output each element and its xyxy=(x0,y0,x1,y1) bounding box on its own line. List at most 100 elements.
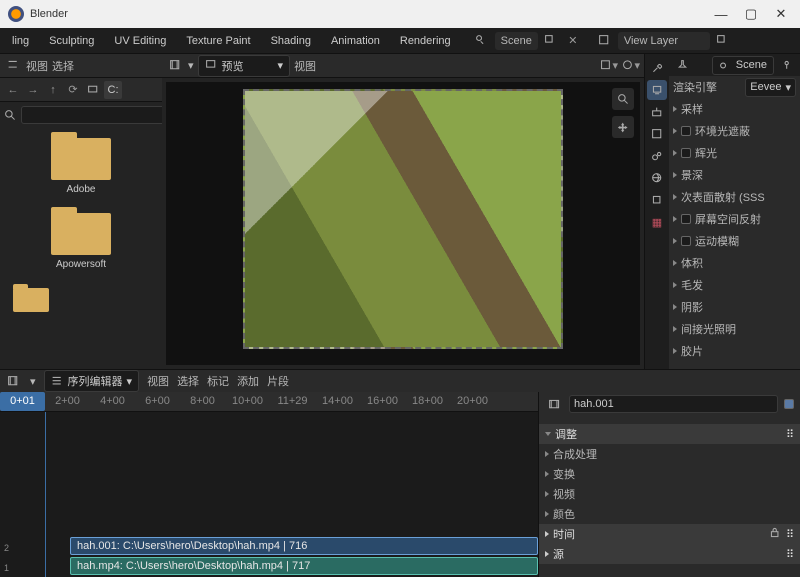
window-close-button[interactable]: ✕ xyxy=(766,4,796,24)
prop-tab-texture-icon[interactable]: ▦ xyxy=(647,212,667,232)
render-engine-dropdown[interactable]: Eevee ▾ xyxy=(745,78,796,97)
editor-type-sequencer-icon[interactable] xyxy=(166,57,184,75)
prop-tab-world-icon[interactable] xyxy=(647,168,667,188)
sequencer-tracks[interactable]: 2 1 hah.001: C:\Users\hero\Desktop\hah.m… xyxy=(0,412,538,577)
expand-icon[interactable] xyxy=(673,304,677,310)
section-compositing[interactable]: 合成处理 xyxy=(539,444,800,464)
scene-pin-dropdown[interactable]: Scene xyxy=(712,56,774,75)
expand-icon[interactable] xyxy=(673,260,677,266)
frame-tick[interactable]: 14+00 xyxy=(315,392,360,411)
panel-menu-icon[interactable]: ⠿ xyxy=(786,528,794,541)
prop-film[interactable]: 胶片 xyxy=(681,343,703,359)
video-strip-2[interactable]: hah.mp4: C:\Users\hero\Desktop\hah.mp4 |… xyxy=(70,557,538,575)
frame-tick[interactable]: 16+00 xyxy=(360,392,405,411)
section-adjust[interactable]: 调整⠿ xyxy=(539,424,800,444)
new-folder-button[interactable] xyxy=(84,81,102,99)
prop-sss[interactable]: 次表面散射 (SSS xyxy=(681,189,765,205)
tab-sculpting[interactable]: Sculpting xyxy=(41,33,102,49)
tab-uv-editing[interactable]: UV Editing xyxy=(106,33,174,49)
overlay-icon[interactable]: ▾ xyxy=(622,57,640,75)
prop-hair[interactable]: 毛发 xyxy=(681,277,703,293)
expand-icon[interactable] xyxy=(673,150,677,156)
prop-tab-output-icon[interactable] xyxy=(647,102,667,122)
folder-item-partial[interactable] xyxy=(0,288,162,312)
up-button[interactable]: ↑ xyxy=(44,81,62,99)
prop-tab-render-icon[interactable] xyxy=(647,80,667,100)
frame-tick[interactable]: 6+00 xyxy=(135,392,180,411)
tab-shading[interactable]: Shading xyxy=(263,33,319,49)
ao-checkbox[interactable] xyxy=(681,126,691,136)
channels-icon[interactable]: ▾ xyxy=(600,57,618,75)
strip-mute-checkbox[interactable] xyxy=(784,399,794,409)
motionblur-checkbox[interactable] xyxy=(681,236,691,246)
section-video[interactable]: 视频 xyxy=(539,484,800,504)
folder-item-adobe[interactable]: Adobe xyxy=(0,138,162,195)
prop-indirect[interactable]: 间接光照明 xyxy=(681,321,736,337)
pin-toggle-icon[interactable] xyxy=(778,56,796,74)
editor-type-seq-icon[interactable] xyxy=(4,372,22,390)
tab-animation[interactable]: Animation xyxy=(323,33,388,49)
scene-new-button[interactable] xyxy=(542,32,560,50)
seq-strip-menu[interactable]: 片段 xyxy=(267,373,289,389)
prop-tab-scene-icon[interactable] xyxy=(647,146,667,166)
c-drive-button[interactable]: C: xyxy=(104,81,122,99)
window-minimize-button[interactable]: — xyxy=(706,4,736,24)
timeline-ruler[interactable]: 0+01 2+00 4+00 6+00 8+00 10+00 11+29 14+… xyxy=(0,392,538,412)
pan-icon[interactable] xyxy=(612,116,634,138)
sequencer-mode-dropdown[interactable]: 序列编辑器 ▾ xyxy=(44,370,140,392)
frame-tick[interactable]: 18+00 xyxy=(405,392,450,411)
section-time[interactable]: 时间⠿ xyxy=(539,524,800,544)
browse-viewlayer-icon[interactable] xyxy=(596,32,614,50)
prop-volume[interactable]: 体积 xyxy=(681,255,703,271)
frame-tick[interactable]: 20+00 xyxy=(450,392,495,411)
expand-icon[interactable] xyxy=(673,326,677,332)
bloom-checkbox[interactable] xyxy=(681,148,691,158)
tab-rendering[interactable]: Rendering xyxy=(392,33,459,49)
window-maximize-button[interactable]: ▢ xyxy=(736,4,766,24)
video-strip-1[interactable]: hah.001: C:\Users\hero\Desktop\hah.mp4 |… xyxy=(70,537,538,555)
filebrowser-select-menu[interactable]: 选择 xyxy=(52,58,74,74)
panel-menu-icon[interactable]: ⠿ xyxy=(786,548,794,561)
search-input[interactable] xyxy=(21,106,173,124)
prop-dof[interactable]: 景深 xyxy=(681,167,703,183)
frame-tick[interactable]: 8+00 xyxy=(180,392,225,411)
seq-view-menu[interactable]: 视图 xyxy=(147,373,169,389)
prop-tab-object-icon[interactable] xyxy=(647,190,667,210)
expand-icon[interactable] xyxy=(673,216,677,222)
expand-icon[interactable] xyxy=(673,194,677,200)
seq-marker-menu[interactable]: 标记 xyxy=(207,373,229,389)
expand-icon[interactable] xyxy=(673,238,677,244)
tab-modeling[interactable]: ling xyxy=(4,33,37,49)
prop-tab-tool-icon[interactable] xyxy=(647,58,667,78)
back-button[interactable]: ← xyxy=(4,81,22,99)
preview-view-menu[interactable]: 视图 xyxy=(294,58,316,74)
pin-icon[interactable] xyxy=(673,56,691,74)
tab-texture-paint[interactable]: Texture Paint xyxy=(178,33,258,49)
section-color[interactable]: 颜色 xyxy=(539,504,800,524)
expand-icon[interactable] xyxy=(673,282,677,288)
frame-tick[interactable]: 4+00 xyxy=(90,392,135,411)
prop-ssr[interactable]: 屏幕空间反射 xyxy=(695,211,761,227)
browse-scene-icon[interactable] xyxy=(473,32,491,50)
lock-icon[interactable] xyxy=(769,526,782,542)
zoom-icon[interactable] xyxy=(612,88,634,110)
frame-tick[interactable]: 2+00 xyxy=(45,392,90,411)
prop-ao[interactable]: 环境光遮蔽 xyxy=(695,123,750,139)
prop-motionblur[interactable]: 运动模糊 xyxy=(695,233,739,249)
forward-button[interactable]: → xyxy=(24,81,42,99)
strip-name-input[interactable] xyxy=(569,395,778,413)
preview-viewport[interactable] xyxy=(166,82,640,365)
prop-shadow[interactable]: 阴影 xyxy=(681,299,703,315)
filebrowser-view-menu[interactable]: 视图 xyxy=(26,58,48,74)
expand-icon[interactable] xyxy=(673,128,677,134)
panel-menu-icon[interactable]: ⠿ xyxy=(786,428,794,441)
expand-icon[interactable] xyxy=(673,106,677,112)
prop-sampling[interactable]: 采样 xyxy=(681,101,703,117)
ssr-checkbox[interactable] xyxy=(681,214,691,224)
frame-current[interactable]: 0+01 xyxy=(0,392,45,411)
editor-type-icon[interactable] xyxy=(4,57,22,75)
expand-icon[interactable] xyxy=(673,172,677,178)
frame-tick[interactable]: 10+00 xyxy=(225,392,270,411)
preview-mode-dropdown[interactable]: 预览 ▾ xyxy=(198,55,291,77)
refresh-button[interactable]: ⟳ xyxy=(64,81,82,99)
